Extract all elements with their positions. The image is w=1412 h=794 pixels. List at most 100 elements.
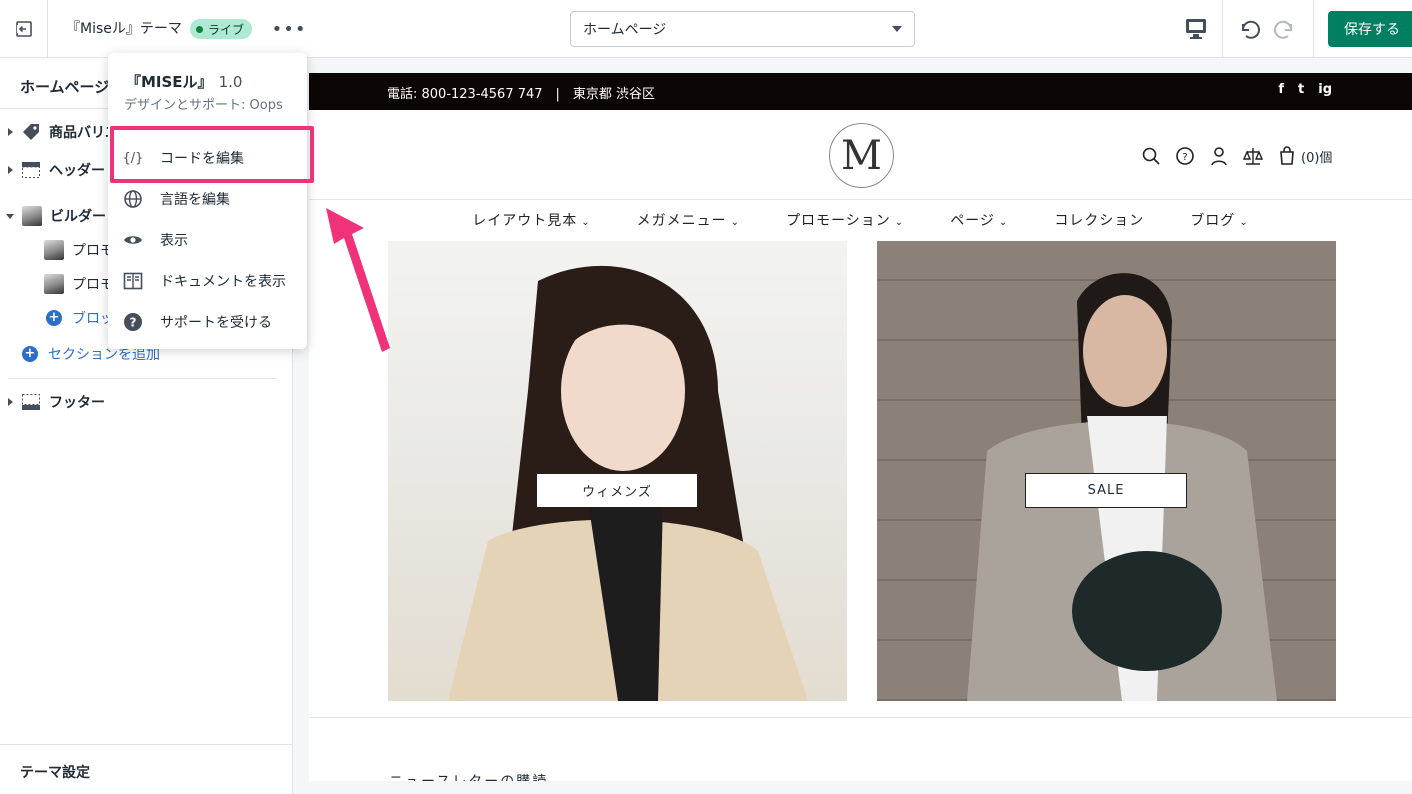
highlight-box bbox=[110, 126, 314, 183]
book-icon bbox=[122, 271, 144, 291]
store-logo[interactable]: M bbox=[829, 123, 894, 188]
theme-title: 『MISEル』 bbox=[126, 73, 213, 91]
sidebar-item-label: フッター bbox=[49, 395, 105, 411]
footer-section-icon bbox=[22, 394, 40, 410]
exit-editor-button[interactable] bbox=[0, 0, 48, 58]
sidebar-item-promo[interactable]: プロモ bbox=[44, 272, 114, 296]
caret-down-icon bbox=[892, 26, 902, 32]
annotation-arrow-icon bbox=[326, 208, 390, 352]
tag-icon bbox=[23, 124, 39, 140]
more-actions-button[interactable]: ••• bbox=[272, 17, 306, 41]
edit-language-menu-item[interactable]: 言語を編集 bbox=[108, 181, 307, 217]
sidebar-item-header[interactable]: ヘッダー bbox=[8, 158, 105, 182]
announcement-bar: 電話: 800-123-4567 747 | 東京都 渋谷区 f t ig bbox=[309, 73, 1412, 110]
nav-item-promotion[interactable]: プロモーション ⌄ bbox=[786, 210, 904, 230]
collapse-icon bbox=[6, 213, 14, 219]
header-section-icon bbox=[22, 162, 40, 178]
redo-button[interactable] bbox=[1272, 16, 1298, 42]
topbar-divider bbox=[1222, 0, 1223, 58]
nav-label: メガメニュー bbox=[636, 213, 727, 229]
promo-label-sale[interactable]: SALE bbox=[1025, 473, 1187, 508]
sidebar-divider bbox=[0, 744, 292, 745]
nav-label: ページ bbox=[950, 213, 995, 229]
compare-icon[interactable] bbox=[1243, 146, 1263, 166]
sidebar-item-product-variants[interactable]: 商品バリエ bbox=[8, 120, 119, 144]
sidebar-item-label: ヘッダー bbox=[49, 163, 105, 179]
sidebar-item-footer[interactable]: フッター bbox=[8, 390, 105, 414]
page-select-value: ホームページ bbox=[583, 22, 667, 38]
theme-settings-link[interactable]: テーマ設定 bbox=[20, 762, 90, 782]
chevron-down-icon: ⌄ bbox=[894, 217, 905, 228]
cart-link[interactable]: (0)個 bbox=[1277, 146, 1332, 166]
redo-icon bbox=[1274, 20, 1293, 39]
add-block-link[interactable]: + ブロッ bbox=[46, 306, 114, 330]
theme-version: 1.0 bbox=[218, 73, 243, 91]
twitter-icon[interactable]: t bbox=[1298, 82, 1304, 97]
builder-thumbnail bbox=[22, 206, 42, 226]
model-photo-womens bbox=[448, 265, 808, 701]
nav-label: レイアウト見本 bbox=[472, 213, 578, 229]
expand-icon bbox=[8, 128, 13, 136]
sidebar-item-promo[interactable]: プロモ bbox=[44, 238, 114, 262]
menu-item-label: 表示 bbox=[160, 233, 188, 249]
instagram-icon[interactable]: ig bbox=[1318, 82, 1332, 97]
menu-item-label: ドキュメントを表示 bbox=[160, 274, 286, 290]
chevron-down-icon: ⌄ bbox=[581, 217, 591, 228]
eye-icon bbox=[122, 230, 144, 250]
search-icon[interactable] bbox=[1141, 146, 1161, 166]
sidebar-item-label: ビルダー bbox=[50, 209, 106, 225]
plus-icon: + bbox=[22, 346, 38, 362]
nav-item-layout[interactable]: レイアウト見本 ⌄ bbox=[472, 210, 590, 230]
newsletter-heading: ニュースレターの購読 bbox=[389, 771, 548, 781]
nav-item-mega-menu[interactable]: メガメニュー ⌄ bbox=[637, 210, 740, 230]
get-support-menu-item[interactable]: ? サポートを受ける bbox=[108, 304, 307, 340]
nav-label: ブログ bbox=[1190, 213, 1236, 229]
promo-thumbnail bbox=[44, 240, 64, 260]
editor-topbar: 『Miseル』テーマ ライブ ••• ホームページ 保存する bbox=[0, 0, 1412, 58]
nav-label: プロモーション bbox=[786, 213, 891, 229]
view-menu-item[interactable]: 表示 bbox=[108, 222, 307, 258]
save-button[interactable]: 保存する bbox=[1328, 11, 1412, 47]
question-icon: ? bbox=[122, 312, 144, 332]
globe-icon bbox=[122, 189, 144, 209]
chevron-down-icon: ⌄ bbox=[1239, 217, 1249, 228]
view-docs-menu-item[interactable]: ドキュメントを表示 bbox=[108, 263, 307, 299]
theme-name: 『Miseル』テーマ bbox=[66, 21, 182, 37]
promo-label-womens[interactable]: ウィメンズ bbox=[536, 473, 698, 508]
chevron-down-icon: ⌄ bbox=[730, 217, 741, 228]
cart-count: (0)個 bbox=[1301, 150, 1333, 166]
page-select[interactable]: ホームページ bbox=[570, 11, 915, 47]
exit-icon bbox=[15, 21, 32, 37]
main-navigation: レイアウト見本 ⌄ メガメニュー ⌄ プロモーション ⌄ ページ ⌄ コレクション ブロ… bbox=[309, 200, 1412, 240]
sidebar-item-builder[interactable]: ビルダー bbox=[6, 204, 106, 228]
popover-title: 『MISEル』 1.0 bbox=[126, 71, 242, 92]
promo-thumbnail bbox=[44, 274, 64, 294]
section-divider bbox=[309, 717, 1412, 718]
live-label: ライブ bbox=[208, 22, 245, 37]
topbar-divider bbox=[1313, 0, 1314, 58]
svg-text:?: ? bbox=[130, 316, 137, 330]
nav-item-collections[interactable]: コレクション bbox=[1054, 210, 1144, 230]
popover-subtitle: デザインとサポート: Oops bbox=[124, 98, 283, 113]
social-links: f t ig bbox=[1278, 82, 1332, 97]
nav-label: コレクション bbox=[1054, 213, 1145, 229]
announcement-text: 電話: 800-123-4567 747 | 東京都 渋谷区 bbox=[387, 87, 656, 102]
help-icon[interactable]: ? bbox=[1175, 146, 1195, 166]
facebook-icon[interactable]: f bbox=[1278, 82, 1284, 97]
cart-icon bbox=[1280, 146, 1294, 165]
menu-item-label: サポートを受ける bbox=[160, 315, 272, 331]
device-preview-button[interactable] bbox=[1182, 16, 1210, 42]
svg-text:?: ? bbox=[1182, 152, 1187, 163]
live-status-badge: ライブ bbox=[190, 19, 253, 39]
theme-actions-popover: 『MISEル』 1.0 デザインとサポート: Oops {/} コードを編集 言語… bbox=[108, 53, 307, 349]
store-header: M ? (0)個 bbox=[309, 110, 1412, 200]
sidebar-title: ホームページ bbox=[20, 78, 110, 96]
promo-image-sale[interactable]: SALE bbox=[877, 241, 1336, 701]
promo-image-womens[interactable]: ウィメンズ bbox=[388, 241, 847, 701]
undo-button[interactable] bbox=[1236, 16, 1262, 42]
chevron-down-icon: ⌄ bbox=[998, 217, 1009, 228]
account-icon[interactable] bbox=[1209, 146, 1229, 166]
nav-item-pages[interactable]: ページ ⌄ bbox=[950, 210, 1008, 230]
expand-icon bbox=[8, 398, 13, 406]
nav-item-blog[interactable]: ブログ ⌄ bbox=[1190, 210, 1248, 230]
